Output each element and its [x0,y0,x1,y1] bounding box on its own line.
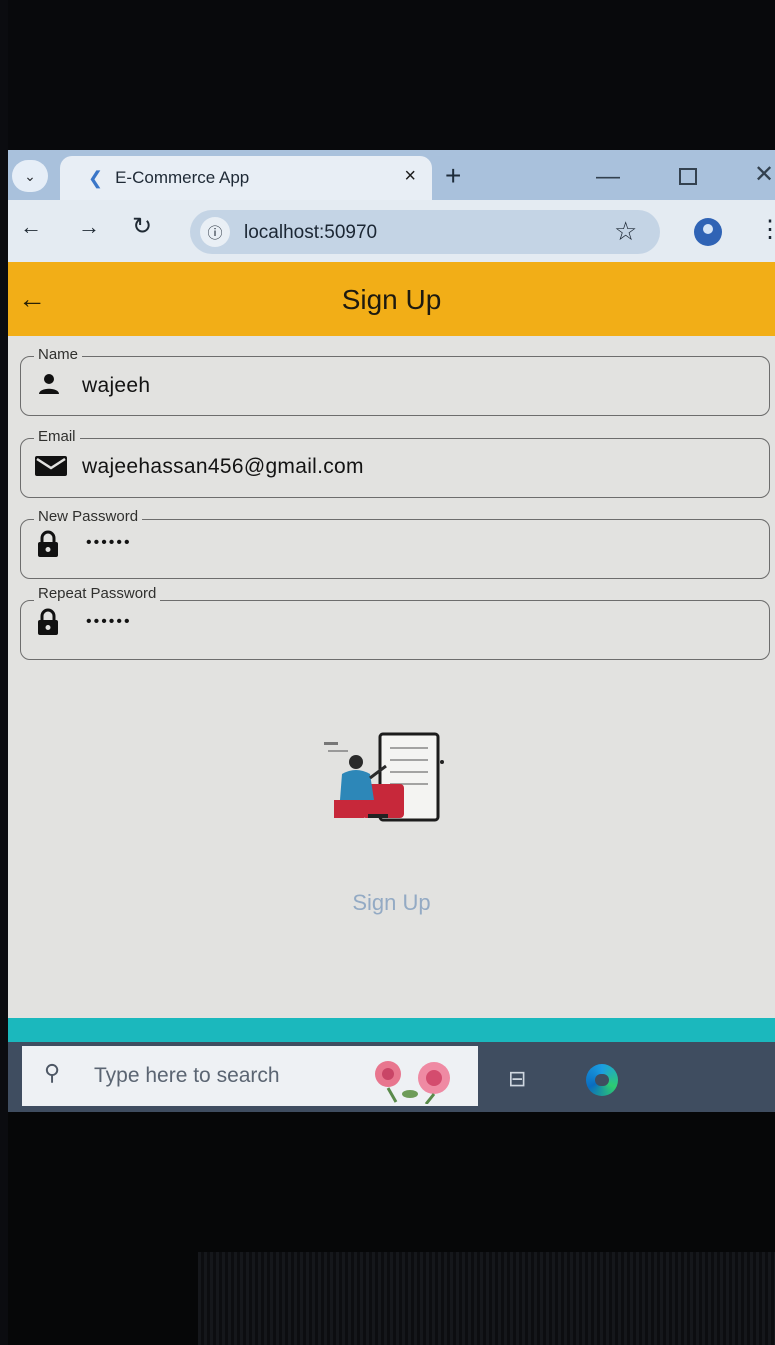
browser-tab[interactable]: ❮ E-Commerce App × [60,156,432,200]
lock-icon [36,530,60,563]
lock-icon [36,608,60,641]
window-maximize-button[interactable] [679,168,697,185]
repeat-password-field[interactable] [20,600,770,660]
name-label: Name [34,346,83,363]
profile-icon[interactable] [694,218,722,246]
bookmark-button[interactable]: ☆ [614,216,637,247]
new-password-label: New Password [34,508,143,525]
person-icon [36,372,62,401]
new-tab-button[interactable]: + [445,160,461,192]
arrow-right-icon: → [78,214,100,239]
chevron-down-icon: ⌄ [24,167,36,184]
signup-illustration [320,728,450,824]
browser-back-button[interactable]: ← [20,214,42,240]
repeat-password-value: •••••• [86,613,132,630]
new-password-value: •••••• [86,534,132,551]
reload-icon: ↻ [132,213,153,240]
repeat-password-label: Repeat Password [34,585,161,602]
search-highlight-image [366,1052,466,1105]
browser-reload-button[interactable]: ↻ [132,212,152,241]
photo-frame: ⌄ ❮ E-Commerce App × + — ✕ ← → ↻ ⓘ local… [8,0,775,1345]
keyboard-edge [198,1252,775,1345]
page-title: Sign Up [341,284,442,315]
taskbar-accent-strip [8,1018,775,1042]
browser-menu-button[interactable]: ⋮ [758,215,775,244]
new-password-field[interactable] [20,519,770,579]
task-view-icon[interactable]: ⊟ [508,1066,526,1092]
email-label: Email [34,428,80,445]
tab-title: E-Commerce App [115,168,250,187]
window-close-button[interactable]: ✕ [754,160,774,189]
kebab-icon: ⋮ [758,216,775,243]
edge-icon[interactable] [586,1064,618,1096]
star-icon: ☆ [614,216,638,246]
browser-forward-button[interactable]: → [78,214,100,240]
search-icon: ⚲ [44,1060,61,1085]
name-value: wajeeh [82,374,151,397]
signup-button[interactable]: Sign Up [8,890,775,916]
address-url[interactable]: localhost:50970 [244,222,377,244]
tab-close-button[interactable]: × [404,165,416,188]
taskbar-search-placeholder: Type here to search [94,1064,280,1087]
flutter-icon: ❮ [88,167,104,188]
info-icon: ⓘ [207,224,223,242]
site-info-button[interactable]: ⓘ [200,217,230,247]
email-value: wajeehassan456@gmail.com [82,455,364,478]
mail-icon [34,454,68,483]
window-minimize-button[interactable]: — [596,163,620,191]
tab-search-button[interactable]: ⌄ [12,160,48,192]
arrow-left-icon: ← [20,214,42,239]
